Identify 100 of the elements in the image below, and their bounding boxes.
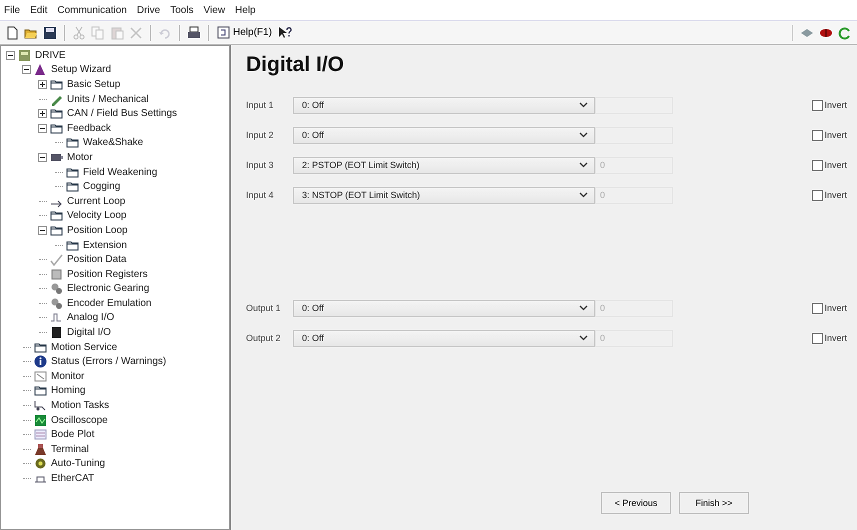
folder-icon (66, 238, 79, 252)
tree-item[interactable]: DRIVE (33, 50, 68, 61)
invert-checkbox[interactable] (812, 160, 824, 170)
caret-icon (579, 305, 588, 311)
plot-icon (34, 428, 47, 442)
menu-item[interactable]: Help (235, 4, 256, 16)
tree-item[interactable]: Monitor (49, 370, 86, 382)
tree-item[interactable]: Units / Mechanical (65, 94, 151, 105)
function-dropdown[interactable]: 2: PSTOP (EOT Limit Switch) (293, 156, 595, 174)
tree-item[interactable]: Status (Errors / Warnings) (49, 356, 168, 368)
collapse-icon[interactable] (38, 124, 47, 133)
expand-icon[interactable] (38, 109, 47, 118)
folder-icon (66, 180, 79, 194)
menu-item[interactable]: Drive (136, 4, 160, 16)
caret-icon (579, 162, 588, 168)
invert-checkbox[interactable] (812, 302, 824, 314)
monitor-icon (34, 370, 47, 383)
finish-button[interactable]: Finish >> (679, 492, 749, 514)
function-dropdown[interactable]: 0: Off (293, 300, 595, 316)
tree-item[interactable]: EtherCAT (49, 473, 96, 484)
io-label: Input 4 (246, 190, 275, 200)
invert-checkbox[interactable] (812, 130, 824, 140)
invert-checkbox[interactable] (812, 100, 824, 110)
tree-item[interactable]: Cogging (81, 181, 122, 192)
chip-icon (50, 268, 63, 281)
info-icon (34, 355, 47, 368)
io-label: Input 2 (246, 130, 275, 140)
folder-icon (34, 340, 47, 354)
tree-item[interactable]: Homing (49, 385, 88, 396)
tree-item[interactable]: Motion Tasks (49, 400, 112, 412)
tree-item[interactable]: Oscilloscope (49, 414, 110, 426)
function-dropdown[interactable]: 0: Off (293, 126, 595, 144)
scope-icon (34, 414, 47, 427)
collapse-icon[interactable] (22, 65, 31, 74)
tree-item[interactable]: Feedback (65, 122, 113, 134)
folder-icon (66, 136, 79, 150)
caret-icon (579, 192, 588, 198)
print-icon[interactable] (186, 24, 202, 40)
help-button[interactable]: Help(F1) (215, 25, 274, 40)
io-label: Output 1 (246, 303, 282, 313)
wizard-hat-icon (34, 63, 47, 76)
expand-icon[interactable] (38, 80, 47, 89)
tree-item[interactable]: Motion Service (49, 342, 120, 353)
block-icon (50, 326, 63, 340)
invert-label: Invert (824, 100, 847, 110)
invert-checkbox[interactable] (812, 332, 824, 344)
tree-item[interactable]: Velocity Loop (65, 210, 128, 222)
help-cursor-icon[interactable] (276, 24, 293, 40)
function-dropdown[interactable]: 0: Off (293, 330, 595, 346)
tree-item[interactable]: Basic Setup (65, 78, 122, 90)
tree-item[interactable]: Position Data (65, 254, 128, 266)
menu-item[interactable]: View (204, 4, 226, 16)
tree-item[interactable]: Current Loop (65, 196, 128, 207)
tree-item[interactable]: Auto-Tuning (49, 458, 108, 470)
tree-item[interactable]: Electronic Gearing (65, 283, 152, 294)
folder-icon (50, 107, 63, 120)
invert-label: Invert (824, 190, 847, 200)
collapse-icon[interactable] (38, 226, 47, 235)
folder-icon (50, 224, 63, 237)
function-dropdown[interactable]: 0: Off (293, 96, 595, 114)
tree-item[interactable]: Wake&Shake (81, 137, 146, 148)
menu-item[interactable]: File (4, 4, 20, 16)
previous-button[interactable]: < Previous (601, 492, 671, 514)
io-label: Input 1 (246, 100, 275, 110)
invert-label: Invert (824, 303, 847, 313)
folder-icon (50, 78, 63, 91)
caret-icon (579, 102, 588, 108)
save-icon[interactable] (42, 24, 58, 40)
tree-item[interactable]: Terminal (49, 444, 91, 455)
invert-label: Invert (824, 160, 847, 170)
drive-icon (18, 48, 31, 62)
collapse-icon[interactable] (38, 152, 47, 162)
invert-checkbox[interactable] (812, 190, 824, 200)
tree-item[interactable]: Analog I/O (65, 312, 116, 324)
tree-item[interactable]: CAN / Field Bus Settings (65, 108, 180, 120)
collapse-icon[interactable] (6, 50, 15, 60)
tree-item[interactable]: Extension (81, 240, 129, 251)
io-label: Output 2 (246, 333, 282, 343)
pulse-icon (50, 311, 63, 324)
folder-icon (50, 209, 63, 222)
function-dropdown[interactable]: 3: NSTOP (EOT Limit Switch) (293, 186, 595, 204)
caret-icon (579, 132, 588, 138)
io-label: Input 3 (246, 160, 275, 170)
tree-item[interactable]: Bode Plot (49, 429, 96, 440)
folder-icon (34, 384, 47, 398)
page-title: Digital I/O (246, 53, 346, 77)
menu-item[interactable]: Communication (57, 4, 127, 16)
tree-item[interactable]: Digital I/O (65, 327, 113, 338)
invert-label: Invert (824, 333, 847, 343)
tree-item[interactable]: Field Weakening (81, 166, 160, 178)
tree-item[interactable]: Position Registers (65, 268, 150, 280)
check-icon (50, 253, 63, 266)
tree-item[interactable]: Encoder Emulation (65, 298, 154, 309)
menu-item[interactable]: Edit (30, 4, 48, 16)
tree-item[interactable]: Position Loop (65, 224, 130, 236)
tree-item[interactable]: Setup Wizard (49, 64, 114, 76)
terminal-icon (34, 442, 47, 456)
invert-label: Invert (824, 130, 847, 140)
menu-item[interactable]: Tools (170, 4, 194, 16)
tree-item[interactable]: Motor (65, 152, 95, 163)
